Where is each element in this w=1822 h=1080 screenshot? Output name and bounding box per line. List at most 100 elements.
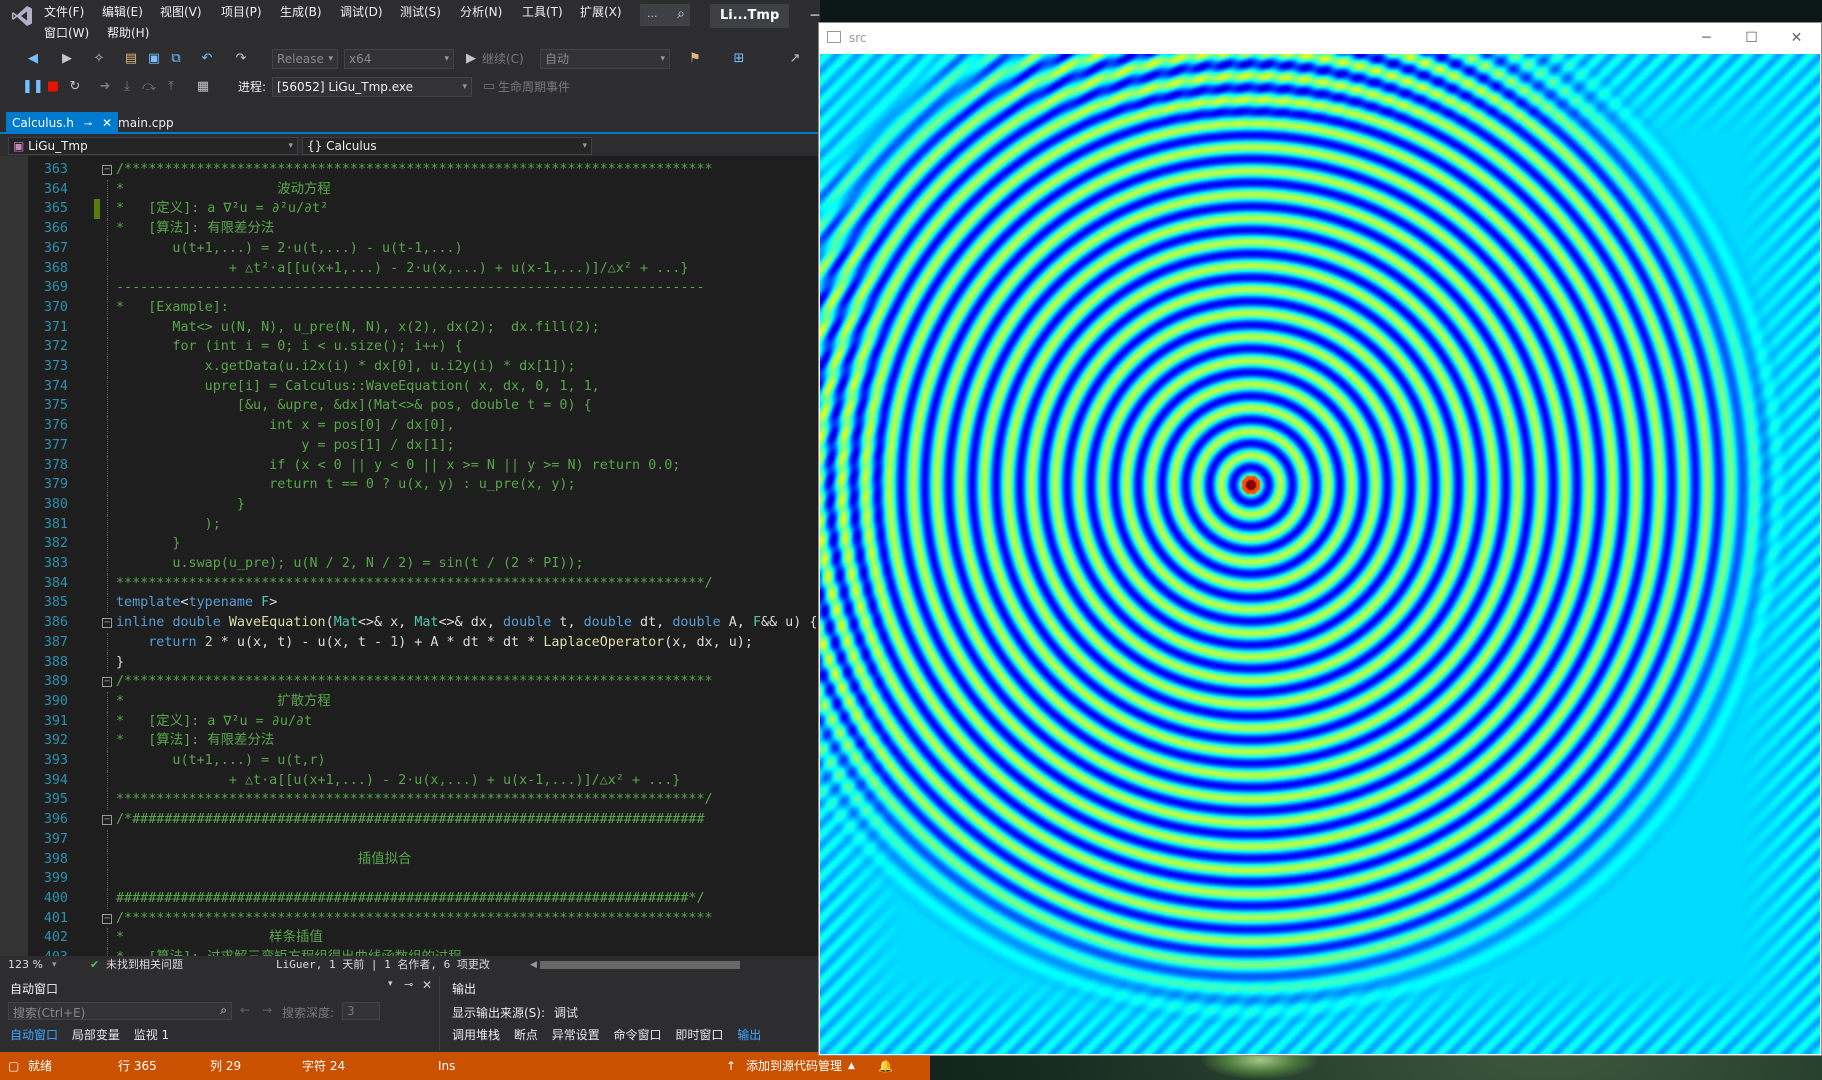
new-project-icon[interactable]: ✧ bbox=[90, 50, 108, 68]
code-line[interactable]: 382 } bbox=[0, 534, 820, 555]
code-line[interactable]: 370 * [Example]: bbox=[0, 297, 820, 318]
step-over-icon[interactable]: ⤼ bbox=[140, 78, 158, 96]
menu-build[interactable]: 生成(B) bbox=[280, 2, 322, 22]
code-line[interactable]: 376 int x = pos[0] / dx[0], bbox=[0, 416, 820, 437]
hex-display-icon[interactable]: ▦ bbox=[194, 78, 212, 96]
redo-icon[interactable]: ↷ bbox=[232, 50, 250, 68]
configuration-select[interactable]: Release ▾ bbox=[272, 49, 338, 69]
autos-search-input[interactable]: 搜索(Ctrl+E) ⌕ bbox=[8, 1002, 232, 1020]
menu-debug[interactable]: 调试(D) bbox=[340, 2, 383, 22]
collapse-icon[interactable]: − bbox=[102, 618, 112, 629]
close-icon[interactable]: ✕ bbox=[102, 116, 112, 130]
step-out-icon[interactable]: ⤒ bbox=[162, 78, 180, 96]
tab-command-window[interactable]: 命令窗口 bbox=[614, 1028, 662, 1042]
code-line[interactable]: 401 −/***********************************… bbox=[0, 909, 820, 929]
close-icon[interactable]: ✕ bbox=[1774, 23, 1819, 53]
pause-icon[interactable]: ❚❚ bbox=[22, 78, 44, 96]
tab-locals[interactable]: 局部变量 bbox=[72, 1028, 120, 1042]
search-forward-icon[interactable]: → bbox=[262, 1003, 272, 1017]
scope-select[interactable]: {} Calculus ▾ bbox=[302, 137, 592, 155]
horizontal-scrollbar[interactable] bbox=[540, 961, 740, 969]
code-line[interactable]: 380 } bbox=[0, 494, 820, 515]
tab-breakpoints[interactable]: 断点 bbox=[514, 1028, 538, 1042]
save-icon[interactable]: ▣ bbox=[145, 50, 163, 68]
tab-exception-settings[interactable]: 异常设置 bbox=[552, 1028, 600, 1042]
code-line[interactable]: 372 for (int i = 0; i < u.size(); i++) { bbox=[0, 337, 820, 358]
status-char[interactable]: 字符 24 bbox=[302, 1052, 345, 1080]
pin-icon[interactable]: ⊸ bbox=[84, 119, 92, 130]
collapse-icon[interactable]: − bbox=[102, 165, 112, 175]
issues-status[interactable]: 未找到相关问题 bbox=[106, 956, 183, 974]
zoom-dropdown-icon[interactable]: ▾ bbox=[52, 956, 57, 974]
tab-watch-1[interactable]: 监视 1 bbox=[134, 1028, 169, 1042]
code-line[interactable]: 394 + △t·a[[u(x+1,...) - 2·u(x,...) + u(… bbox=[0, 770, 820, 791]
dropdown-icon[interactable]: ▾ bbox=[388, 979, 393, 989]
collapse-icon[interactable]: − bbox=[102, 913, 112, 924]
forward-icon[interactable]: ▶ bbox=[58, 50, 76, 68]
search-box[interactable]: ... ⌕ bbox=[640, 4, 690, 26]
code-line[interactable]: 378 if (x < 0 || y < 0 || x >= N || y >=… bbox=[0, 455, 820, 476]
code-line[interactable]: 365 * [定义]: a ∇²u = ∂²u/∂t² bbox=[0, 199, 820, 220]
code-line[interactable]: 364 * 波动方程 bbox=[0, 179, 820, 200]
menu-view[interactable]: 视图(V) bbox=[160, 2, 202, 22]
code-line[interactable]: 387 return 2 * u(x, t) - u(x, t - 1) + A… bbox=[0, 632, 820, 653]
code-line[interactable]: 398 插值拟合 bbox=[0, 849, 820, 870]
search-icon[interactable]: ⌕ bbox=[220, 1003, 227, 1018]
platform-select[interactable]: x64 ▾ bbox=[344, 49, 454, 69]
code-line[interactable]: 383 u.swap(u_pre); u(N / 2, N / 2) = sin… bbox=[0, 554, 820, 574]
minimize-icon[interactable]: ─ bbox=[1684, 23, 1729, 53]
code-line[interactable]: 388} bbox=[0, 652, 820, 673]
code-line[interactable]: 399 bbox=[0, 869, 820, 890]
menu-tools[interactable]: 工具(T) bbox=[522, 2, 563, 22]
code-line[interactable]: 373 x.getData(u.i2x(i) * dx[0], u.i2y(i)… bbox=[0, 357, 820, 377]
code-line[interactable]: 396 −/*##################################… bbox=[0, 810, 820, 830]
tab-calculus-h[interactable]: Calculus.h ⊸ ✕ bbox=[6, 112, 118, 134]
back-icon[interactable]: ◀ bbox=[24, 50, 42, 68]
tab-output[interactable]: 输出 bbox=[737, 1028, 761, 1042]
code-line[interactable]: 389 −/***********************************… bbox=[0, 672, 820, 692]
tab-autos[interactable]: 自动窗口 bbox=[10, 1028, 58, 1042]
depth-select[interactable]: 3 bbox=[342, 1002, 380, 1020]
tab-main-cpp[interactable]: main.cpp bbox=[112, 112, 180, 134]
scroll-left-icon[interactable]: ◀ bbox=[530, 956, 537, 974]
code-line[interactable]: 395 *************************************… bbox=[0, 790, 820, 811]
code-line[interactable]: 371 Mat<> u(N, N), u_pre(N, N), x(2), dx… bbox=[0, 317, 820, 338]
code-line[interactable]: 402 * 样条插值 bbox=[0, 928, 820, 949]
open-file-icon[interactable]: ▤ bbox=[122, 50, 140, 68]
project-select[interactable]: ▣ LiGu_Tmp ▾ bbox=[8, 137, 298, 155]
pin-icon[interactable]: ⊸ bbox=[404, 978, 413, 991]
menu-help[interactable]: 帮助(H) bbox=[107, 23, 149, 43]
code-line[interactable]: 379 return t == 0 ? u(x, y) : u_pre(x, y… bbox=[0, 475, 820, 496]
code-line[interactable]: 374 upre[i] = Calculus::WaveEquation( x,… bbox=[0, 376, 820, 397]
tab-call-stack[interactable]: 调用堆栈 bbox=[452, 1028, 500, 1042]
code-line[interactable]: 368 + △t²·a[[u(x+1,...) - 2·u(x,...) + u… bbox=[0, 258, 820, 279]
zoom-level[interactable]: 123 % bbox=[8, 956, 43, 974]
share-icon[interactable]: ↗ bbox=[786, 50, 804, 68]
menu-analyze[interactable]: 分析(N) bbox=[460, 2, 502, 22]
code-line[interactable]: 369 -------------------------------------… bbox=[0, 278, 820, 299]
chevron-up-icon[interactable]: ▲ bbox=[848, 1052, 855, 1080]
search-back-icon[interactable]: ← bbox=[240, 1003, 250, 1017]
code-line[interactable]: 384 *************************************… bbox=[0, 573, 820, 594]
browser-link-icon[interactable]: ⚑ bbox=[686, 50, 704, 68]
continue-icon[interactable]: ▶ bbox=[462, 50, 480, 68]
code-line[interactable]: 385 template<typename F> bbox=[0, 593, 820, 614]
status-insert-mode[interactable]: Ins bbox=[438, 1052, 455, 1080]
step-into-icon[interactable]: ⤓ bbox=[118, 78, 136, 96]
code-line[interactable]: 363 −/***********************************… bbox=[0, 160, 820, 180]
continue-button[interactable]: 继续(C) bbox=[482, 50, 524, 68]
code-line[interactable]: 381 ); bbox=[0, 514, 820, 535]
collapse-icon[interactable]: − bbox=[102, 677, 112, 688]
show-next-statement-icon[interactable]: ➜ bbox=[96, 78, 114, 96]
restart-icon[interactable]: ↻ bbox=[66, 78, 84, 96]
stop-icon[interactable]: ■ bbox=[44, 78, 62, 96]
menu-test[interactable]: 测试(S) bbox=[400, 2, 441, 22]
menu-extensions[interactable]: 扩展(X) bbox=[580, 2, 622, 22]
code-line[interactable]: 393 u(t+1,...) = u(t,r) bbox=[0, 751, 820, 771]
output-source-select[interactable]: 调试 bbox=[554, 1004, 578, 1021]
menu-project[interactable]: 项目(P) bbox=[221, 2, 262, 22]
save-all-icon[interactable]: ⧉ bbox=[167, 50, 185, 68]
code-editor[interactable]: 363−/***********************************… bbox=[0, 156, 820, 964]
notification-bell-icon[interactable]: 🔔 bbox=[878, 1052, 893, 1080]
menu-window[interactable]: 窗口(W) bbox=[44, 23, 89, 43]
